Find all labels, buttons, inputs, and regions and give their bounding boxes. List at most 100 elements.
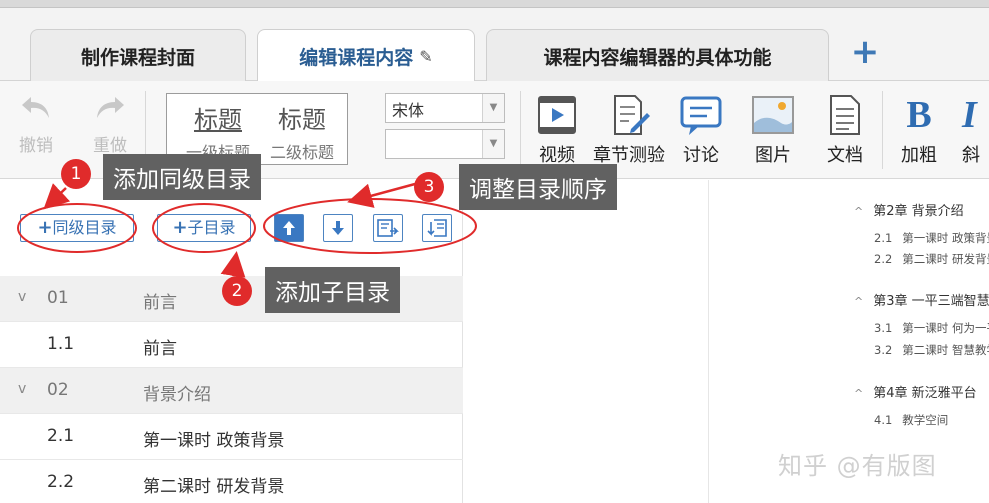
content-editor-area[interactable] xyxy=(464,180,709,503)
outline-panel: +同级目录 +子目录 v 01 前言 1.1 前言 v 02 背景介绍 2.1 … xyxy=(0,180,463,503)
indent-icon xyxy=(377,219,399,237)
section-number: 2.2 xyxy=(47,472,75,492)
document-label: 文档 xyxy=(827,145,863,166)
chapter-title: 前言 xyxy=(143,293,177,313)
toc-item[interactable]: 2.2 第二课时 研发背景 xyxy=(874,251,989,267)
outdent-icon xyxy=(427,219,447,237)
section-title: 前言 xyxy=(143,339,177,359)
top-strip xyxy=(0,0,989,8)
section-number: 1.1 xyxy=(47,334,75,354)
add-child-section-button[interactable]: +子目录 xyxy=(157,214,251,242)
video-label: 视频 xyxy=(539,145,575,166)
annotation-callout: 添加同级目录 xyxy=(103,154,261,200)
bold-icon: B xyxy=(906,94,932,136)
undo-icon xyxy=(22,97,49,118)
undo-label: 撤销 xyxy=(19,136,53,156)
toc-chapter[interactable]: ^ 第3章 一平三端智慧教学 xyxy=(854,290,989,309)
toc-chapter-title: 第2章 背景介绍 xyxy=(873,204,964,219)
outline-section-row[interactable]: 2.1 第一课时 政策背景 xyxy=(0,414,463,460)
quiz-icon xyxy=(614,95,650,135)
insert-document-button[interactable]: 文档 xyxy=(823,93,867,167)
chevron-down-icon: ▼ xyxy=(482,94,504,122)
tab-edit-content[interactable]: 编辑课程内容 ✎ xyxy=(257,29,475,83)
toc-chapter[interactable]: ^ 第4章 新泛雅平台 xyxy=(854,382,977,401)
section-title: 第一课时 政策背景 xyxy=(143,431,285,451)
image-icon xyxy=(752,96,794,134)
insert-discussion-button[interactable]: 讨论 xyxy=(678,93,724,167)
toc-item-number: 3.2 xyxy=(874,343,893,357)
outline-chapter-row[interactable]: v 02 背景介绍 xyxy=(0,368,463,414)
tab-editor-features[interactable]: 课程内容编辑器的具体功能 xyxy=(486,29,829,82)
add-sibling-label: 同级目录 xyxy=(52,218,117,237)
toc-item-number: 2.1 xyxy=(874,231,893,245)
outline-section-row[interactable]: 1.1 前言 xyxy=(0,322,463,368)
tab-label: 课程内容编辑器的具体功能 xyxy=(543,46,772,69)
font-family-select[interactable]: 宋体 ▼ xyxy=(385,93,505,123)
section-title: 第二课时 研发背景 xyxy=(143,477,285,497)
plus-icon: + xyxy=(172,217,188,238)
toc-item[interactable]: 3.2 第二课时 智慧教学 xyxy=(874,342,989,358)
outdent-button[interactable] xyxy=(422,214,452,242)
insert-image-button[interactable]: 图片 xyxy=(750,93,796,167)
add-tab-button[interactable]: + xyxy=(848,35,882,70)
italic-button[interactable]: I 斜 xyxy=(962,93,989,167)
chapter-title: 背景介绍 xyxy=(143,385,211,405)
italic-icon: I xyxy=(962,94,977,136)
pencil-icon: ✎ xyxy=(419,47,433,66)
arrow-down-icon xyxy=(332,221,344,235)
toc-item-text: 第一课时 政策背景 xyxy=(902,231,989,245)
toc-item-number: 4.1 xyxy=(874,413,893,427)
tab-label: 编辑课程内容 xyxy=(299,47,414,69)
toc-item[interactable]: 3.1 第一课时 何为一平三端 xyxy=(874,320,989,336)
bold-label: 加粗 xyxy=(901,145,937,166)
tab-bar: 制作课程封面 编辑课程内容 ✎ 课程内容编辑器的具体功能 + xyxy=(0,8,989,83)
redo-label: 重做 xyxy=(93,136,127,156)
move-down-button[interactable] xyxy=(323,214,353,242)
add-sibling-section-button[interactable]: +同级目录 xyxy=(20,214,134,242)
toc-item-text: 第二课时 智慧教学 xyxy=(902,343,989,357)
redo-button[interactable]: 重做 xyxy=(86,93,134,156)
chevron-down-icon[interactable]: v xyxy=(18,289,26,305)
chapter-number: 01 xyxy=(47,288,69,308)
chevron-down-icon[interactable]: v xyxy=(18,381,26,397)
italic-label: 斜 xyxy=(962,145,980,166)
toc-item[interactable]: 2.1 第一课时 政策背景 xyxy=(874,230,989,246)
toc-item[interactable]: 4.1 教学空间 xyxy=(874,412,948,428)
tab-course-cover[interactable]: 制作课程封面 xyxy=(30,29,246,82)
discussion-label: 讨论 xyxy=(683,145,719,166)
insert-video-button[interactable]: 视频 xyxy=(535,93,579,167)
toc-chapter[interactable]: ^ 第2章 背景介绍 xyxy=(854,200,964,219)
chevron-up-icon: ^ xyxy=(854,205,864,218)
toc-item-number: 3.1 xyxy=(874,321,893,335)
quiz-label: 章节测验 xyxy=(593,145,665,166)
tab-label: 制作课程封面 xyxy=(80,46,195,69)
heading-level-2-button[interactable]: 标题 二级标题 xyxy=(259,100,345,163)
discussion-icon xyxy=(680,96,722,135)
annotation-callout: 调整目录顺序 xyxy=(459,164,617,210)
bold-button[interactable]: B 加粗 xyxy=(895,93,943,167)
chevron-up-icon: ^ xyxy=(854,387,864,400)
toc-item-number: 2.2 xyxy=(874,252,893,266)
annotation-badge: 3 xyxy=(414,172,444,202)
heading-1-preview: 标题 xyxy=(194,106,242,134)
font-family-value: 宋体 xyxy=(392,101,425,120)
chapter-number: 02 xyxy=(47,380,69,400)
insert-quiz-button[interactable]: 章节测验 xyxy=(592,93,666,167)
arrow-up-icon xyxy=(283,221,295,235)
move-up-button[interactable] xyxy=(274,214,304,242)
undo-button[interactable]: 撤销 xyxy=(12,93,60,156)
annotation-badge: 1 xyxy=(61,159,91,189)
toolbar-divider xyxy=(882,91,883,169)
indent-button[interactable] xyxy=(373,214,403,242)
font-size-select[interactable]: ▼ xyxy=(385,129,505,159)
annotation-callout: 添加子目录 xyxy=(265,267,400,313)
heading-2-label: 二级标题 xyxy=(269,143,334,162)
chevron-down-icon: ▼ xyxy=(482,130,504,158)
toc-chapter-title: 第3章 一平三端智慧教学 xyxy=(873,294,989,309)
video-icon xyxy=(538,96,576,134)
redo-icon xyxy=(97,97,124,118)
watermark: 知乎 @有版图 xyxy=(778,452,937,480)
outline-section-row[interactable]: 2.2 第二课时 研发背景 xyxy=(0,460,463,503)
toolbar-divider xyxy=(520,91,521,169)
document-icon xyxy=(830,95,860,135)
